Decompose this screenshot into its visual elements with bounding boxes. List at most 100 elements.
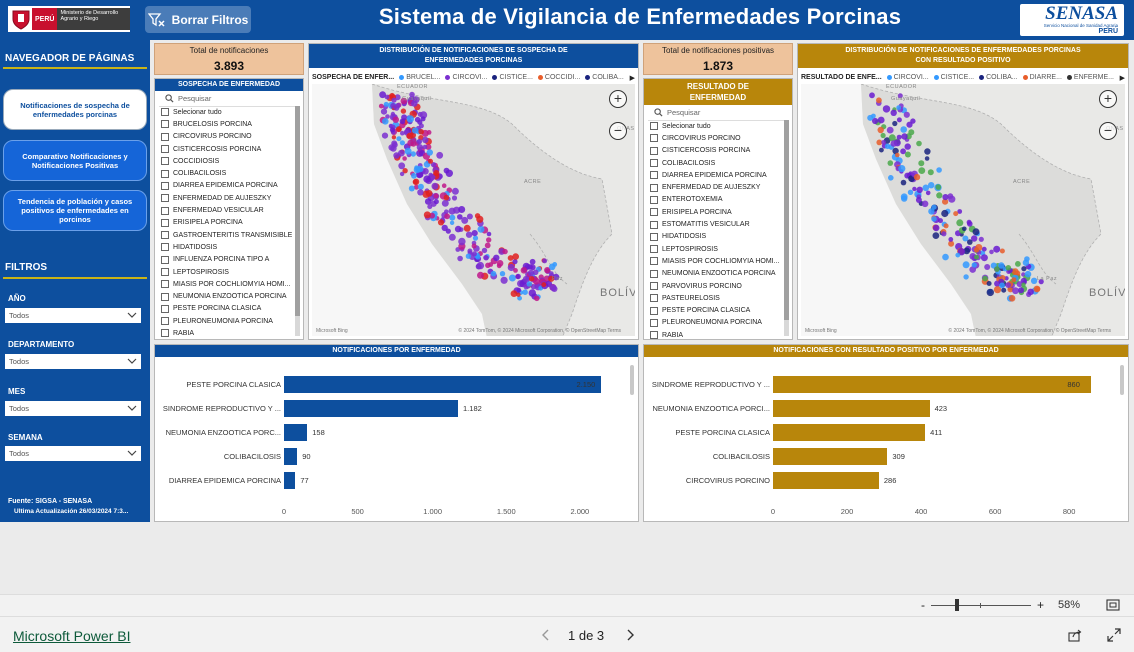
map-point[interactable] (962, 261, 970, 269)
map-point[interactable] (1005, 265, 1012, 271)
slicer-suspect-item[interactable]: NEUMONIA ENZOOTICA PORCINA (161, 290, 293, 302)
map-point[interactable] (427, 204, 433, 210)
map-point[interactable] (1027, 288, 1034, 295)
share-icon[interactable] (1068, 628, 1082, 642)
slicer-result-item[interactable]: PARVOVIRUS PORCINO (650, 280, 782, 292)
slicer-suspect-item[interactable]: ENFERMEDAD VESICULAR (161, 204, 293, 216)
filter-year-select[interactable]: Todos (5, 308, 141, 323)
map-point[interactable] (896, 117, 902, 123)
map-point[interactable] (953, 211, 959, 217)
map-point[interactable] (399, 118, 406, 125)
checkbox[interactable] (650, 134, 658, 143)
zoom-slider[interactable] (931, 605, 1031, 606)
map-point[interactable] (901, 195, 908, 202)
checkbox[interactable] (650, 257, 658, 266)
map-point[interactable] (932, 224, 940, 232)
map-point[interactable] (884, 143, 891, 150)
checkbox[interactable] (161, 120, 169, 129)
slicer-suspect-item[interactable]: BRUCELOSIS PORCINA (161, 118, 293, 130)
filter-department-select[interactable]: Todos (5, 354, 141, 369)
map-point[interactable] (451, 195, 458, 201)
bar[interactable] (773, 448, 888, 465)
map-point[interactable] (510, 290, 518, 297)
map-point[interactable] (916, 186, 923, 193)
map-point[interactable] (1011, 268, 1019, 275)
nav-page-comparative[interactable]: Comparativo Notificaciones y Notificacio… (3, 140, 147, 181)
map-point[interactable] (931, 204, 937, 210)
map-point[interactable] (417, 189, 424, 196)
map-point[interactable] (382, 118, 389, 125)
map-point[interactable] (541, 282, 547, 288)
slicer-result-item[interactable]: DIARREA EPIDEMICA PORCINA (650, 169, 782, 181)
checkbox[interactable] (161, 243, 169, 252)
map-point[interactable] (966, 219, 972, 225)
map-point[interactable] (971, 262, 977, 268)
map-point[interactable] (994, 266, 1000, 272)
map-point[interactable] (441, 199, 449, 207)
map-point[interactable] (483, 255, 489, 261)
map-point[interactable] (900, 148, 906, 155)
map-point[interactable] (904, 151, 911, 158)
map-point[interactable] (900, 179, 907, 186)
map-point[interactable] (425, 190, 433, 197)
map-point[interactable] (1001, 287, 1007, 293)
slicer-suspect-item[interactable]: ERISIPELA PORCINA (161, 217, 293, 229)
map-point[interactable] (465, 231, 473, 238)
legend-next-icon[interactable]: ▶ (630, 74, 635, 82)
map-point[interactable] (882, 105, 891, 113)
slicer-suspect-item[interactable]: GASTROENTERITIS TRANSMISIBLE (161, 229, 293, 241)
map-point[interactable] (973, 247, 980, 253)
map-point[interactable] (508, 274, 516, 282)
slicer-suspect-item[interactable]: CISTICERCOSIS PORCINA (161, 143, 293, 155)
map-point[interactable] (548, 263, 556, 271)
map-point[interactable] (417, 119, 423, 125)
chevron-left-icon[interactable] (541, 629, 551, 641)
map-point[interactable] (406, 115, 414, 123)
map-point[interactable] (907, 189, 914, 195)
map-point[interactable] (400, 130, 405, 136)
map-credits[interactable]: © 2024 TomTom, © 2024 Microsoft Corporat… (948, 328, 1111, 334)
map-point[interactable] (1008, 295, 1016, 302)
map-point[interactable] (890, 109, 897, 116)
slicer-result-item[interactable]: MIASIS POR COCHLIOMYIA HOMI... (650, 255, 782, 267)
checkbox[interactable] (650, 122, 658, 131)
map-point[interactable] (942, 253, 949, 261)
map-point[interactable] (471, 251, 477, 257)
slicer-result-item[interactable]: CIRCOVIRUS PORCINO (650, 132, 782, 144)
map-point[interactable] (476, 215, 484, 223)
map-point[interactable] (931, 216, 937, 222)
map-point[interactable] (895, 152, 900, 158)
map-point[interactable] (984, 264, 991, 270)
slicer-result-item[interactable]: RABIA (650, 329, 782, 341)
map-zoom-out-button[interactable]: − (1099, 122, 1117, 140)
map-point[interactable] (396, 136, 402, 142)
map-point[interactable] (534, 295, 540, 302)
slicer-suspect-item[interactable]: ENFERMEDAD DE AUJESZKY (161, 192, 293, 204)
map-point[interactable] (454, 225, 462, 233)
map-point[interactable] (981, 246, 987, 252)
checkbox[interactable] (161, 181, 169, 190)
map-point[interactable] (1024, 270, 1032, 278)
checkbox[interactable] (650, 183, 658, 192)
map-point[interactable] (877, 126, 884, 134)
map-point[interactable] (467, 248, 473, 254)
map-point[interactable] (890, 140, 898, 147)
checkbox[interactable] (161, 329, 169, 338)
map-point[interactable] (916, 140, 922, 147)
map-point[interactable] (389, 127, 395, 133)
map-point[interactable] (904, 143, 911, 150)
map-point[interactable] (444, 209, 449, 214)
map-point[interactable] (1035, 286, 1041, 292)
map-suspect-canvas[interactable]: ECUADOR Guayaquil ACRE ONAS Paz BOLÍV + … (312, 84, 635, 336)
clear-filters-button[interactable]: Borrar Filtros (145, 6, 251, 33)
map-point[interactable] (448, 233, 456, 241)
slicer-result-search[interactable]: Pesquisar (648, 105, 788, 121)
map-point[interactable] (458, 206, 466, 213)
map-point[interactable] (941, 209, 949, 218)
map-point[interactable] (398, 162, 406, 170)
map-point[interactable] (918, 160, 925, 167)
map-point[interactable] (942, 194, 949, 201)
map-point[interactable] (444, 213, 450, 220)
map-point[interactable] (443, 167, 450, 174)
map-point[interactable] (989, 249, 994, 255)
